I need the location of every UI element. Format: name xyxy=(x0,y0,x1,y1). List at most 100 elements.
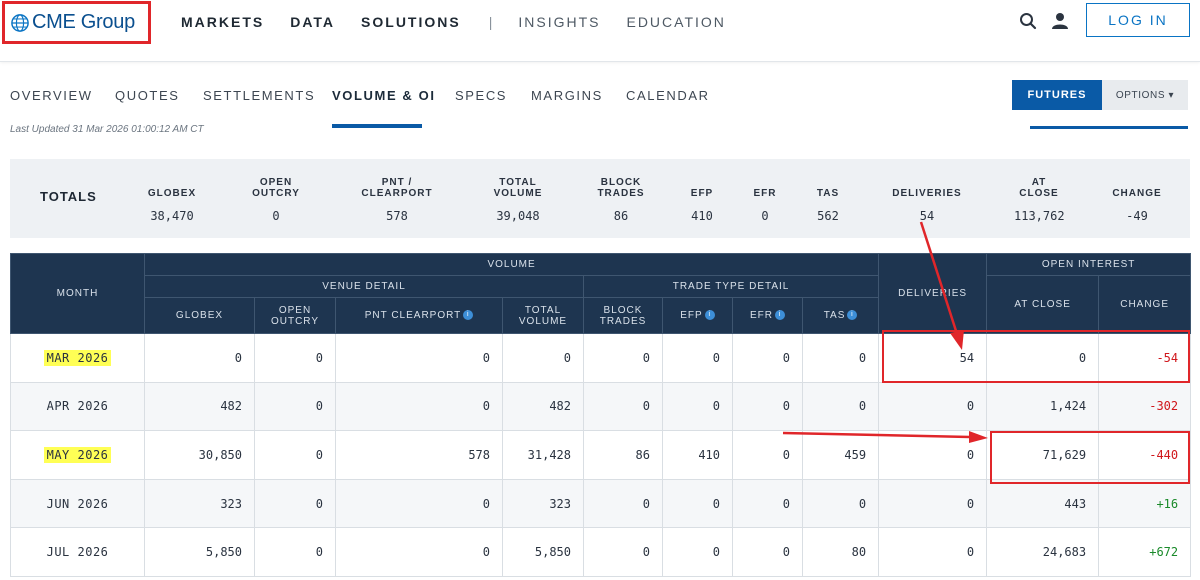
options-dropdown[interactable]: OPTIONS ▾ xyxy=(1102,80,1188,110)
totals-value: 54 xyxy=(919,209,935,223)
table-row: MAY 2026 30,850 0 578 31,428 86 410 0 459 0 71,629… xyxy=(10,430,1192,480)
tab-specs[interactable]: SPECS xyxy=(455,88,507,103)
cell-block-trades: 86 xyxy=(583,430,663,480)
totals-label: TOTALS xyxy=(40,189,97,204)
cell-globex: 482 xyxy=(144,381,255,432)
cell-deliveries: 54 xyxy=(878,333,988,383)
user-icon[interactable] xyxy=(1052,12,1068,30)
cell-change: -54 xyxy=(1098,333,1192,383)
table-header: MONTH VOLUME DELIVERIES OPEN INTEREST VE… xyxy=(10,253,1192,334)
info-icon[interactable]: i xyxy=(847,310,858,321)
cell-efp: 0 xyxy=(662,527,733,577)
partial-button-edge xyxy=(1030,126,1188,129)
month-label: MAR 2026 xyxy=(43,349,112,366)
totals-header: CHANGE xyxy=(1112,188,1162,199)
group-open-interest: OPEN INTEREST xyxy=(986,253,1192,276)
col-deliveries: DELIVERIES xyxy=(878,253,988,334)
group-volume: VOLUME xyxy=(143,253,880,276)
cell-efr: 0 xyxy=(732,381,803,432)
cell-tas: 0 xyxy=(801,333,880,383)
tab-quotes[interactable]: QUOTES xyxy=(115,88,180,103)
col-open-outcry: OPEN OUTCRY xyxy=(254,297,336,334)
col-globex: GLOBEX xyxy=(144,297,255,334)
cell-at-close: 24,683 xyxy=(986,527,1100,577)
totals-header: PNT / CLEARPORT xyxy=(361,177,433,199)
cell-globex: 5,850 xyxy=(144,527,255,577)
cell-pnt-clearport: 0 xyxy=(335,527,503,577)
login-button[interactable]: LOG IN xyxy=(1086,3,1190,37)
cell-month: APR 2026 xyxy=(10,381,145,432)
logo[interactable]: CME Group xyxy=(2,1,151,44)
table-row: APR 2026 482 0 0 482 0 0 0 0 0 1,424 -302 xyxy=(10,381,1192,432)
cell-month: JUL 2026 xyxy=(10,527,145,577)
cell-tas: 80 xyxy=(801,527,880,577)
cell-at-close: 443 xyxy=(986,478,1100,529)
nav-data[interactable]: DATA xyxy=(290,14,335,30)
cell-pnt-clearport: 0 xyxy=(335,478,503,529)
cell-block-trades: 0 xyxy=(583,381,663,432)
totals-tas: TAS 562 xyxy=(817,175,839,223)
totals-header: GLOBEX xyxy=(147,188,197,199)
cell-month: JUN 2026 xyxy=(10,478,145,529)
col-pnt-clearport: PNT CLEARPORT i xyxy=(335,297,503,334)
cell-open-outcry: 0 xyxy=(254,527,336,577)
col-efp-label: EFP xyxy=(680,310,703,321)
volume-oi-table: MONTH VOLUME DELIVERIES OPEN INTEREST VE… xyxy=(10,253,1192,577)
cell-change: +672 xyxy=(1098,527,1192,577)
totals-pnt-clearport: PNT / CLEARPORT 578 xyxy=(357,175,437,223)
search-icon[interactable] xyxy=(1019,12,1037,30)
active-tab-indicator xyxy=(332,124,422,128)
cell-pnt-clearport: 578 xyxy=(335,430,503,480)
month-label: MAY 2026 xyxy=(43,446,112,463)
cell-tas: 0 xyxy=(801,381,880,432)
group-venue-detail: VENUE DETAIL xyxy=(144,275,584,298)
cell-efr: 0 xyxy=(732,430,803,480)
cell-globex: 30,850 xyxy=(144,430,255,480)
totals-header: OPEN OUTCRY xyxy=(252,177,300,199)
totals-open-outcry: OPEN OUTCRY 0 xyxy=(246,175,306,223)
table-row: MAR 2026 0 0 0 0 0 0 0 0 54 0 -54 xyxy=(10,333,1192,383)
col-efr: EFR i xyxy=(732,297,803,334)
nav-solutions[interactable]: SOLUTIONS xyxy=(361,14,461,30)
totals-value: 38,470 xyxy=(150,209,194,223)
logo-text: CME Group xyxy=(32,11,135,33)
cell-pnt-clearport: 0 xyxy=(335,333,503,383)
totals-value: 410 xyxy=(691,209,713,223)
table-row: JUL 2026 5,850 0 0 5,850 0 0 0 80 0 24,683 +672 xyxy=(10,527,1192,577)
info-icon[interactable]: i xyxy=(704,310,715,321)
product-tabs: OVERVIEW QUOTES SETTLEMENTS VOLUME & OI … xyxy=(0,80,1200,128)
nav-markets[interactable]: MARKETS xyxy=(181,14,264,30)
col-efp: EFP i xyxy=(662,297,733,334)
cell-pnt-clearport: 0 xyxy=(335,381,503,432)
cell-block-trades: 0 xyxy=(583,333,663,383)
cell-at-close: 1,424 xyxy=(986,381,1100,432)
month-label: APR 2026 xyxy=(46,399,109,414)
tab-volume-oi[interactable]: VOLUME & OI xyxy=(332,88,436,103)
totals-at-close: AT CLOSE 113,762 xyxy=(1014,175,1065,223)
cell-month: MAR 2026 xyxy=(10,333,145,383)
totals-efp: EFP 410 xyxy=(691,175,713,223)
nav-education[interactable]: EDUCATION xyxy=(626,14,725,30)
tab-settlements[interactable]: SETTLEMENTS xyxy=(203,88,315,103)
cell-total-volume: 5,850 xyxy=(502,527,584,577)
col-tas-label: TAS xyxy=(823,310,846,321)
cell-tas: 459 xyxy=(801,430,880,480)
cell-change: -440 xyxy=(1098,430,1192,480)
cell-efp: 0 xyxy=(662,478,733,529)
cell-block-trades: 0 xyxy=(583,527,663,577)
totals-header: BLOCK TRADES xyxy=(597,177,645,199)
nav-insights[interactable]: INSIGHTS xyxy=(518,14,600,30)
info-icon[interactable]: i xyxy=(775,310,785,321)
cell-total-volume: 482 xyxy=(502,381,584,432)
cell-deliveries: 0 xyxy=(878,527,988,577)
tab-overview[interactable]: OVERVIEW xyxy=(10,88,93,103)
cell-efp: 0 xyxy=(662,381,733,432)
cell-total-volume: 0 xyxy=(502,333,584,383)
tab-margins[interactable]: MARGINS xyxy=(531,88,603,103)
info-icon[interactable]: i xyxy=(463,310,474,321)
totals-header: AT CLOSE xyxy=(1019,177,1059,199)
cell-deliveries: 0 xyxy=(878,478,988,529)
tab-calendar[interactable]: CALENDAR xyxy=(626,88,710,103)
nav-separator: | xyxy=(488,14,493,30)
futures-toggle[interactable]: FUTURES xyxy=(1012,80,1102,110)
